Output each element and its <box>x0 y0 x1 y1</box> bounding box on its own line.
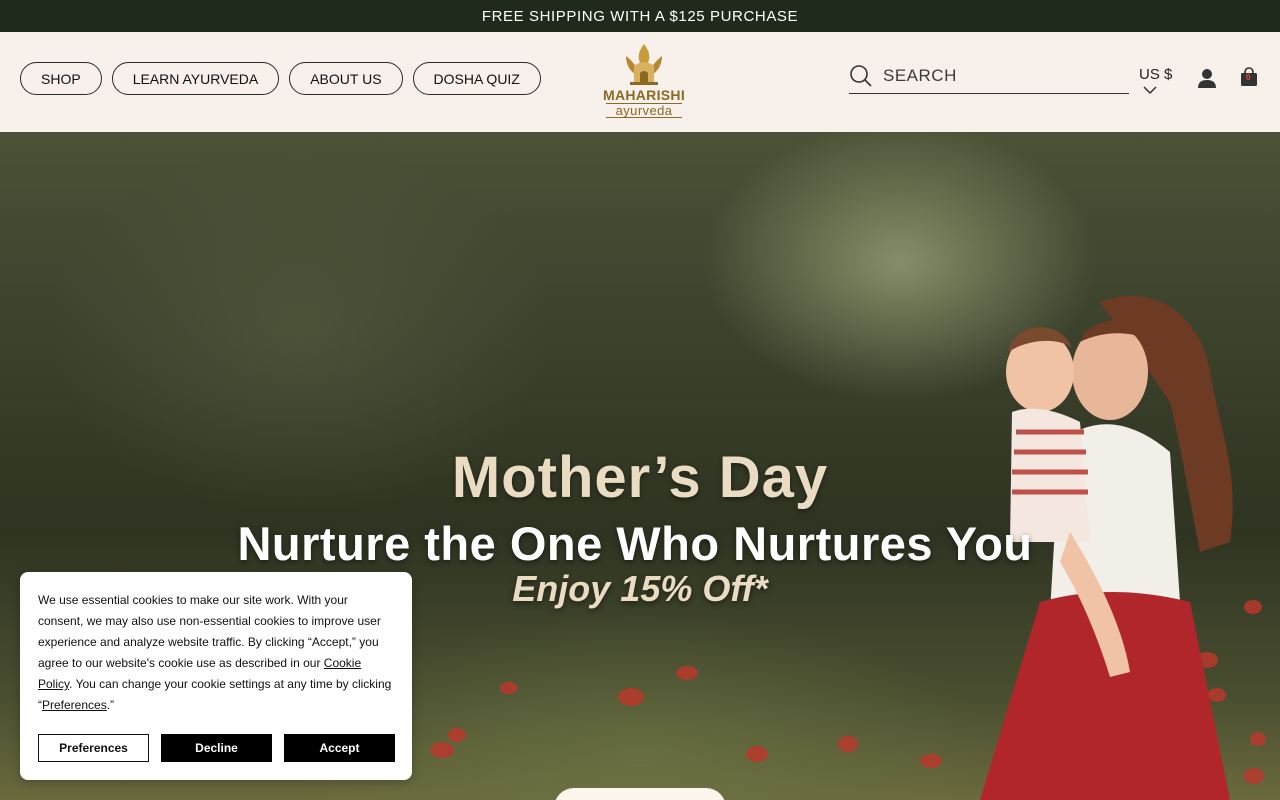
nav-about-us[interactable]: ABOUT US <box>289 62 403 95</box>
site-header: SHOP LEARN AYURVEDA ABOUT US DOSHA QUIZ … <box>0 32 1280 132</box>
poppy-flower <box>618 688 644 706</box>
decline-button[interactable]: Decline <box>161 734 272 762</box>
nav-dosha-quiz[interactable]: DOSHA QUIZ <box>412 62 541 95</box>
currency-selector[interactable]: US $ <box>1139 66 1172 95</box>
search-bar <box>849 58 1129 94</box>
poppy-flower <box>676 666 698 680</box>
nav-shop[interactable]: SHOP <box>20 62 102 95</box>
cookie-text: We use essential cookies to make our sit… <box>38 593 392 712</box>
main-nav: SHOP LEARN AYURVEDA ABOUT US DOSHA QUIZ <box>20 62 541 95</box>
announcement-bar: FREE SHIPPING WITH A $125 PURCHASE <box>0 0 1280 32</box>
lotus-temple-icon <box>626 44 662 85</box>
poppy-flower <box>920 754 942 768</box>
cookie-banner: We use essential cookies to make our sit… <box>20 572 412 780</box>
poppy-flower <box>838 736 858 752</box>
poppy-flower <box>448 728 466 742</box>
logo-subtitle: ayurveda <box>605 103 683 118</box>
currency-label: US $ <box>1139 66 1173 83</box>
search-icon[interactable] <box>849 64 873 88</box>
nav-learn-ayurveda[interactable]: LEARN AYURVEDA <box>111 62 280 95</box>
preferences-link[interactable]: Preferences <box>42 698 107 712</box>
announcement-text: FREE SHIPPING WITH A $125 PURCHASE <box>481 7 799 25</box>
hero-subtitle: Nurture the One Who Nurtures You <box>237 517 1033 570</box>
logo[interactable]: MAHARISHI ayurveda <box>596 42 692 118</box>
hero-cta-button[interactable] <box>554 788 726 800</box>
poppy-flower <box>746 746 768 762</box>
accept-button[interactable]: Accept <box>284 734 395 762</box>
poppy-flower <box>430 742 454 758</box>
poppy-flower <box>500 682 518 694</box>
preferences-button[interactable]: Preferences <box>38 734 149 762</box>
cookie-actions: Preferences Decline Accept <box>38 734 395 762</box>
chevron-down-icon <box>1143 86 1157 95</box>
search-input[interactable] <box>883 65 1113 86</box>
account-icon[interactable] <box>1196 67 1218 89</box>
logo-name: MAHARISHI <box>602 87 686 103</box>
hero-title: Mother’s Day <box>451 445 829 510</box>
cart-count: 0 <box>1246 73 1251 82</box>
